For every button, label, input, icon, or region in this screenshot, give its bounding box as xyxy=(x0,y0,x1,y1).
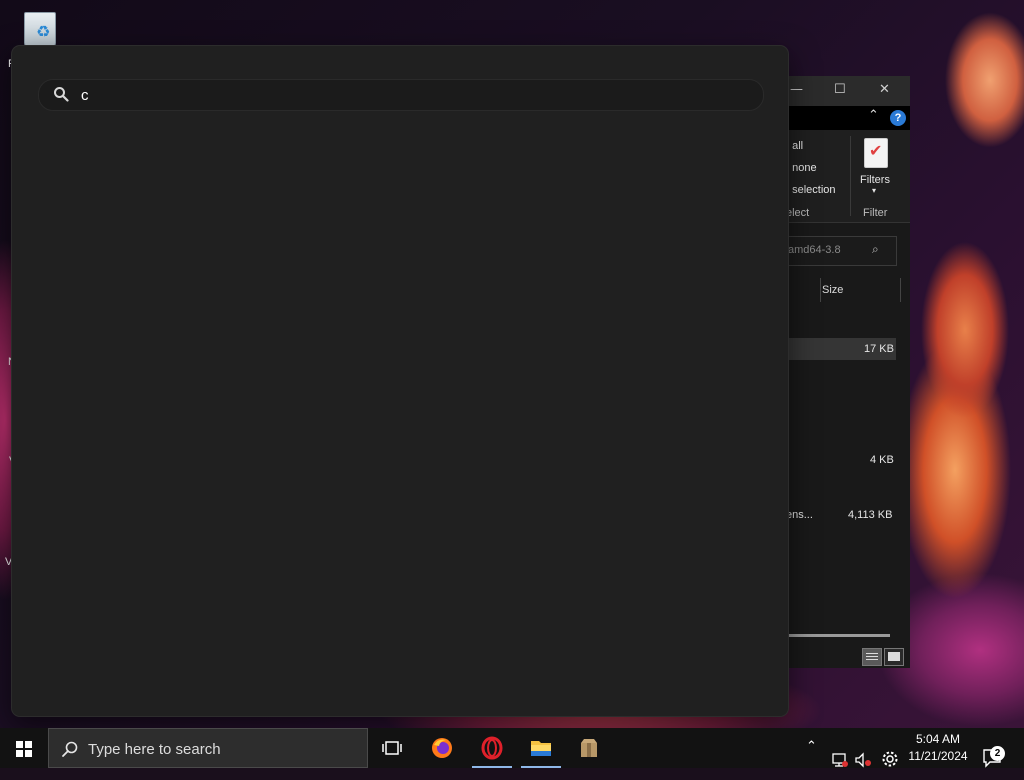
taskbar-clock[interactable]: 5:04 AM 11/21/2024 xyxy=(906,731,970,765)
horizontal-scrollbar[interactable] xyxy=(786,634,890,637)
task-view-icon xyxy=(382,741,402,755)
large-icons-view-button[interactable] xyxy=(884,648,904,666)
filters-button-label[interactable]: Filters xyxy=(860,174,890,186)
minimize-button[interactable]: — xyxy=(790,82,803,97)
taskbar-search-box[interactable]: Type here to search xyxy=(48,728,368,768)
chevron-down-icon[interactable]: ▾ xyxy=(872,186,876,195)
opera-icon xyxy=(481,736,503,760)
launcher-search-input[interactable] xyxy=(79,83,753,107)
folder-icon xyxy=(531,741,551,756)
opera-taskbar-button[interactable] xyxy=(468,728,516,768)
clock-time: 5:04 AM xyxy=(915,732,961,746)
settings-gear-icon[interactable] xyxy=(881,739,899,779)
file-explorer-taskbar-button[interactable] xyxy=(517,728,565,768)
recycle-symbol-icon: ♻ xyxy=(36,22,51,41)
taskbar: Type here to search ⌃ 5:04 AM 11/21/2024… xyxy=(0,728,1024,768)
task-view-button[interactable] xyxy=(368,728,416,768)
invert-selection-button[interactable]: t selection xyxy=(786,184,836,196)
recycle-bin-icon[interactable]: ♻ xyxy=(20,8,58,48)
file-size-cell: 4 KB xyxy=(870,454,894,466)
search-launcher-panel xyxy=(12,46,788,716)
filters-icon[interactable]: ✔ xyxy=(864,138,888,168)
details-view-button[interactable] xyxy=(862,648,882,666)
close-button[interactable]: ✕ xyxy=(879,82,890,97)
search-icon xyxy=(54,87,69,102)
ribbon-separator xyxy=(850,136,851,216)
firefox-icon xyxy=(432,738,452,758)
firefox-taskbar-button[interactable] xyxy=(418,728,466,768)
explorer-search-field[interactable]: amd64-3.8 ⌕ xyxy=(786,236,897,266)
column-divider[interactable] xyxy=(900,278,901,302)
select-all-button[interactable]: t all xyxy=(786,140,803,152)
help-icon[interactable]: ? xyxy=(890,110,906,126)
launcher-search-box[interactable] xyxy=(38,79,764,111)
ribbon-group-filter-label: Filter xyxy=(863,207,888,219)
collapse-ribbon-icon[interactable]: ⌃ xyxy=(868,108,879,123)
notification-count-badge: 2 xyxy=(990,746,1005,761)
windows-logo-icon xyxy=(16,741,32,757)
file-name-cell[interactable]: ens... xyxy=(786,509,813,521)
explorer-search-text: amd64-3.8 xyxy=(788,244,841,256)
ribbon-group-select-label: elect xyxy=(786,207,810,219)
search-icon xyxy=(62,741,78,757)
start-button[interactable] xyxy=(0,728,48,768)
select-none-button[interactable]: t none xyxy=(786,162,817,174)
maximize-button[interactable]: ☐ xyxy=(834,82,846,97)
file-explorer-window[interactable]: — ☐ ✕ ⌃ ? t all t none t selection ✔ Fil… xyxy=(786,76,910,668)
column-divider[interactable] xyxy=(820,278,821,302)
column-header-size[interactable]: Size xyxy=(822,284,843,296)
search-icon: ⌕ xyxy=(872,242,879,256)
file-size-cell: 4,113 KB xyxy=(848,509,893,521)
clock-date: 11/21/2024 xyxy=(908,749,968,763)
archive-box-icon xyxy=(581,739,597,757)
show-hidden-icons-chevron-icon[interactable]: ⌃ xyxy=(806,739,817,779)
taskbar-search-placeholder: Type here to search xyxy=(88,741,221,758)
archive-manager-taskbar-button[interactable] xyxy=(565,728,613,768)
explorer-titlebar[interactable]: — ☐ ✕ xyxy=(786,76,910,106)
file-size-cell: 17 KB xyxy=(864,343,894,355)
recycle-bin-graphic: ♻ xyxy=(24,12,56,48)
volume-muted-icon[interactable] xyxy=(854,740,872,780)
ribbon-tabbar: ⌃ ? xyxy=(786,106,910,130)
network-icon[interactable] xyxy=(830,740,848,780)
